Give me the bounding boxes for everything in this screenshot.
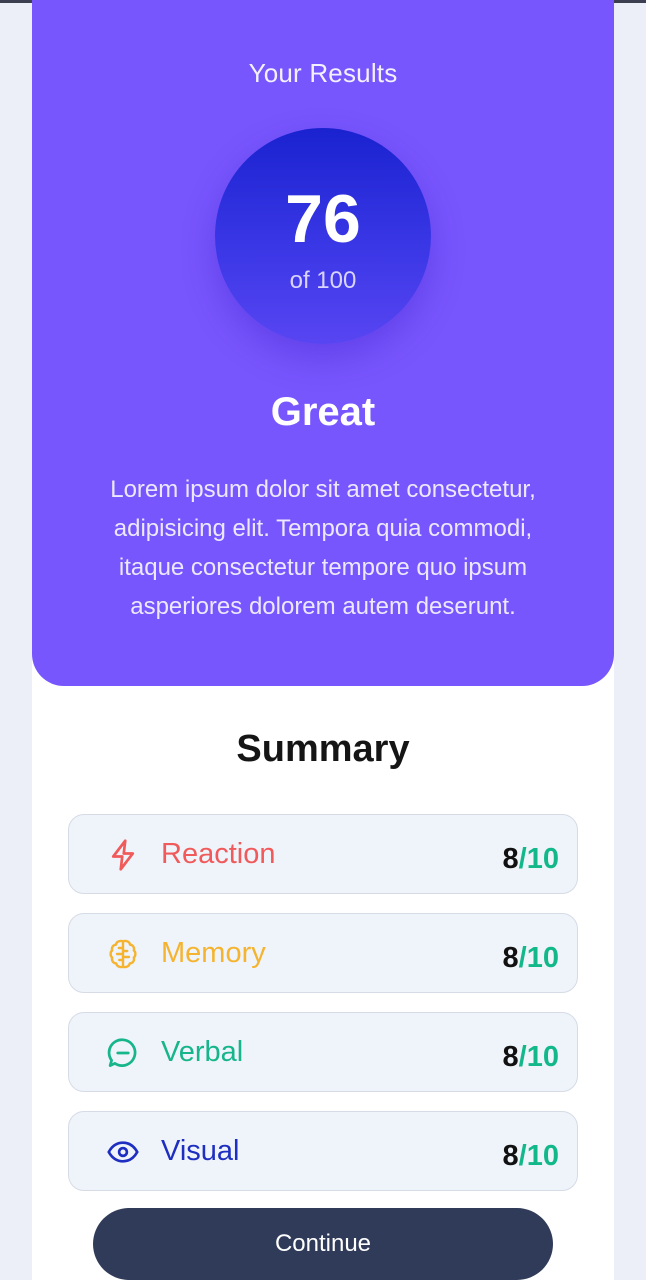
continue-button[interactable]: Continue [93,1208,553,1280]
summary-item-score: 8/10 [503,942,559,975]
summary-item-verbal: Verbal 8/10 [68,1012,578,1092]
summary-item-visual: Visual 8/10 [68,1111,578,1191]
score-max: /10 [518,843,559,875]
score-max: of 100 [289,267,357,294]
summary-item-reaction: Reaction 8/10 [68,814,578,894]
score-max: /10 [518,1140,559,1172]
summary-item-label: Reaction [161,838,276,870]
summary-item-score: 8/10 [503,843,559,876]
summary-item-memory: Memory 8/10 [68,913,578,993]
summary-item-score: 8/10 [503,1140,559,1173]
grade-label: Great [270,390,376,434]
results-title: Your Results [248,58,398,88]
summary-item-label: Visual [161,1135,240,1167]
brain-icon [105,936,141,972]
score-circle: 76 of 100 [215,128,431,344]
score-number: 8 [502,942,519,974]
score-number: 8 [502,1140,519,1172]
score-max: /10 [518,1041,559,1073]
summary-item-label: Memory [161,937,266,969]
results-description: Lorem ipsum dolor sit amet consectetur, … [110,476,536,620]
eye-icon [105,1134,141,1170]
score-number: 8 [502,843,519,875]
results-card: Your Results 76 of 100 Great Lorem ipsum… [32,0,614,1280]
summary-title: Summary [236,728,410,770]
score-value: 76 [285,181,361,257]
score-max: /10 [518,942,559,974]
summary-item-label: Verbal [161,1036,244,1068]
score-number: 8 [502,1041,519,1073]
results-panel: Your Results 76 of 100 Great Lorem ipsum… [32,0,614,686]
chat-bubble-icon [105,1035,141,1071]
lightning-icon [105,837,141,873]
summary-item-score: 8/10 [503,1041,559,1074]
